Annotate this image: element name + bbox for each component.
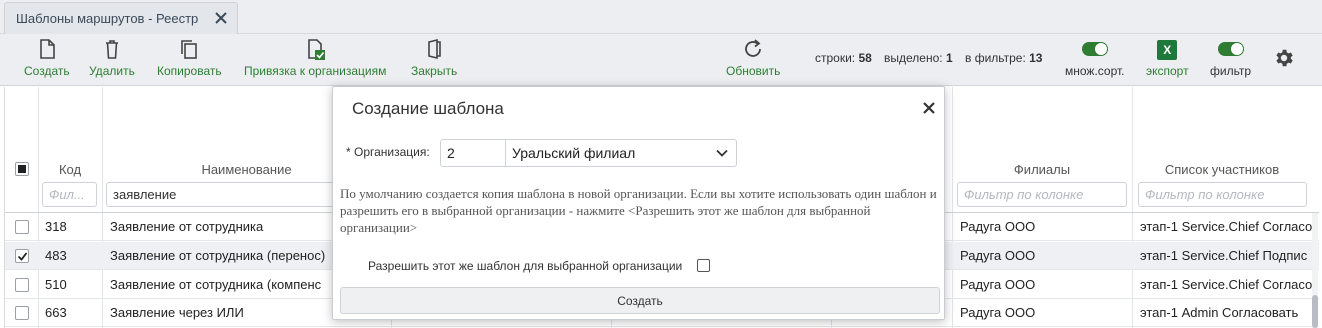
row-code: 318: [45, 219, 67, 234]
row-branch: Радуга ООО: [960, 248, 1036, 263]
copy-label: Копировать: [157, 64, 222, 78]
create-template-button[interactable]: Создать: [340, 287, 940, 314]
tab-bar: Шаблоны маршрутов - Реестр: [0, 0, 1322, 34]
chevron-down-icon: [716, 149, 728, 157]
toolbar: Создать Удалить Копировать Привязка к ор…: [0, 34, 1322, 86]
organization-code-input[interactable]: [440, 139, 506, 167]
gear-icon[interactable]: [1273, 47, 1295, 69]
close-tab-icon[interactable]: [214, 11, 228, 25]
filter-stat: в фильтре: 13: [965, 51, 1043, 65]
branches-filter-input[interactable]: [957, 182, 1127, 207]
selected-stat: выделено: 1: [884, 51, 953, 65]
allow-same-template-label: Разрешить этот же шаблон для выбранной о…: [368, 259, 683, 273]
selected-count: 1: [945, 51, 953, 65]
create-label: Создать: [24, 64, 70, 78]
filter-switch[interactable]: [1217, 42, 1244, 56]
row-code: 483: [45, 248, 67, 263]
row-code: 510: [45, 277, 67, 292]
close-label: Закрыть: [411, 64, 458, 78]
info-text: По умолчанию создается копия шаблона в н…: [340, 186, 937, 235]
row-checkbox[interactable]: [15, 278, 29, 292]
row-checkbox[interactable]: [15, 220, 29, 234]
row-branch: Радуга ООО: [960, 219, 1036, 234]
participants-filter-input[interactable]: [1138, 182, 1307, 207]
column-header-code[interactable]: Код: [38, 162, 102, 177]
organization-name: Уральский филиал: [512, 145, 636, 161]
column-header-participants[interactable]: Список участников: [1132, 162, 1312, 177]
select-all-checkbox[interactable]: [15, 162, 29, 176]
row-participants: этап-1 Service.Chief Подпис: [1140, 248, 1308, 263]
scrollbar-thumb[interactable]: [1312, 295, 1318, 328]
check-icon: [17, 252, 28, 261]
rows-stat: строки: 58: [815, 51, 872, 65]
copy-icon: [181, 40, 198, 59]
close-icon[interactable]: [922, 101, 936, 115]
excel-icon: X: [1157, 40, 1178, 60]
refresh-button[interactable]: Обновить: [726, 38, 780, 82]
close-button[interactable]: Закрыть: [411, 38, 457, 82]
row-checkbox[interactable]: [15, 249, 29, 263]
create-button[interactable]: Создать: [24, 38, 70, 82]
bind-organizations-label: Привязка к организациям: [244, 64, 387, 78]
filter-toggle[interactable]: фильтр: [1210, 42, 1251, 78]
organization-select[interactable]: Уральский филиал: [506, 139, 737, 167]
multisort-toggle[interactable]: множ.сорт.: [1065, 42, 1125, 78]
row-branch: Радуга ООО: [960, 305, 1036, 320]
create-template-dialog: Создание шаблона * Организация: Уральски…: [332, 86, 945, 320]
column-header-branches[interactable]: Филиалы: [952, 162, 1132, 177]
new-document-icon: [39, 39, 55, 59]
row-participants: этап-1 Service.Chief Согласо: [1140, 277, 1312, 292]
filter-count: 13: [1029, 51, 1043, 65]
tab-title: Шаблоны маршрутов - Реестр: [16, 11, 199, 26]
rows-count: 58: [858, 51, 872, 65]
delete-label: Удалить: [89, 64, 135, 78]
copy-button[interactable]: Копировать: [157, 38, 222, 82]
multisort-switch[interactable]: [1081, 42, 1108, 56]
multisort-label: множ.сорт.: [1065, 64, 1125, 78]
tab-route-templates[interactable]: Шаблоны маршрутов - Реестр: [4, 2, 238, 34]
document-check-icon: [308, 39, 326, 60]
trash-icon: [105, 40, 118, 59]
dialog-title: Создание шаблона: [352, 99, 504, 118]
row-branch: Радуга ООО: [960, 277, 1036, 292]
row-participants: этап-1 Admin Согласовать: [1140, 305, 1299, 320]
code-filter-input[interactable]: [42, 182, 97, 207]
delete-button[interactable]: Удалить: [89, 38, 135, 82]
refresh-label: Обновить: [726, 64, 781, 78]
row-checkbox[interactable]: [15, 306, 29, 320]
allow-same-template-checkbox[interactable]: [697, 259, 710, 272]
door-icon: [428, 38, 441, 60]
export-button[interactable]: X экспорт: [1146, 40, 1189, 78]
organization-label: * Организация:: [346, 145, 430, 159]
row-participants: этап-1 Service.Chief Согласо: [1140, 219, 1312, 234]
row-code: 663: [45, 305, 67, 320]
filter-toggle-label: фильтр: [1210, 64, 1252, 78]
export-label: экспорт: [1146, 64, 1189, 78]
refresh-icon: [745, 39, 762, 57]
bind-organizations-button[interactable]: Привязка к организациям: [244, 38, 386, 82]
